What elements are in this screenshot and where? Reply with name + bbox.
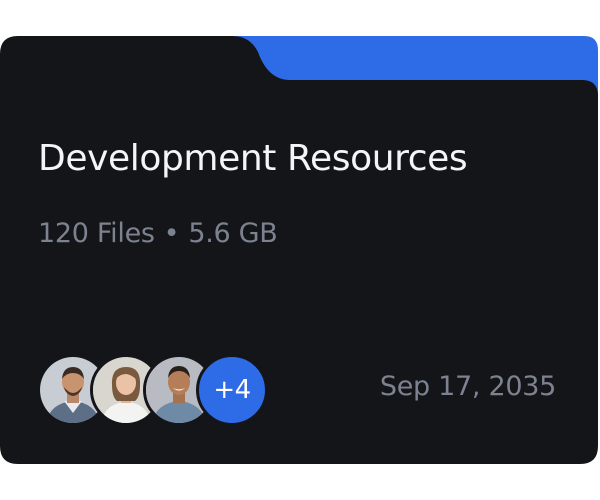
more-members-badge[interactable]: +4	[196, 354, 268, 426]
file-count: 120 Files	[38, 218, 155, 249]
folder-size: 5.6 GB	[188, 218, 278, 249]
folder-shape	[0, 36, 598, 464]
folder-date: Sep 17, 2035	[379, 371, 556, 402]
meta-separator: •	[163, 218, 180, 249]
folder-card[interactable]: Development Resources 120 Files • 5.6 GB	[0, 0, 600, 500]
folder-meta: 120 Files • 5.6 GB	[38, 218, 278, 249]
folder-title: Development Resources	[38, 138, 468, 179]
